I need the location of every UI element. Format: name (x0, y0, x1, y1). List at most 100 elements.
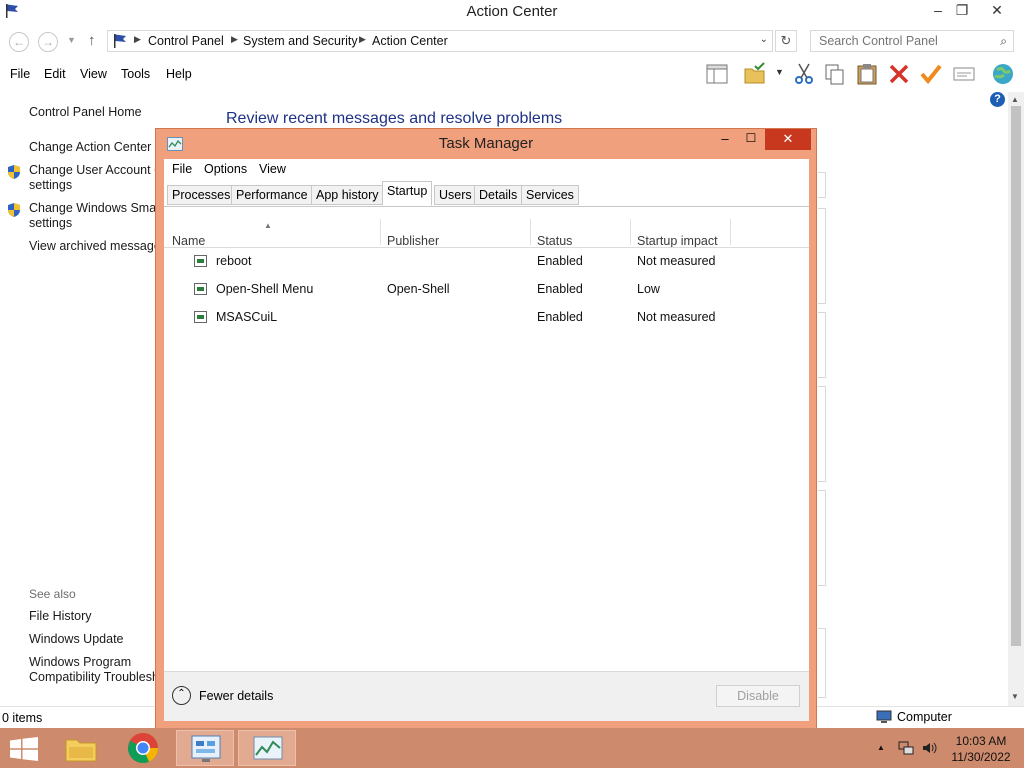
tab-users[interactable]: Users (434, 185, 477, 205)
app-icon (194, 311, 207, 323)
scroll-up-icon[interactable]: ▲ (1011, 95, 1019, 104)
globe-icon[interactable] (991, 62, 1015, 86)
breadcrumb-action-center[interactable]: Action Center (372, 34, 448, 48)
tab-processes[interactable]: Processes (167, 185, 236, 205)
menu-tools[interactable]: Tools (121, 67, 150, 81)
tab-services[interactable]: Services (521, 185, 579, 205)
tm-menu-file[interactable]: File (172, 162, 192, 176)
cell-status: Enabled (537, 254, 583, 268)
tm-minimize-button[interactable]: – (712, 131, 738, 151)
search-box[interactable]: ⌕ (810, 30, 1014, 52)
cell-status: Enabled (537, 282, 583, 296)
folder-check-icon[interactable] (743, 62, 767, 86)
tm-menu-options[interactable]: Options (204, 162, 247, 176)
tm-maximize-button[interactable]: ☐ (738, 131, 764, 151)
clock-date: 11/30/2022 (951, 750, 1011, 764)
column-separator[interactable] (530, 219, 531, 245)
menu-edit[interactable]: Edit (44, 67, 66, 81)
vertical-scrollbar[interactable]: ▲ ▼ (1008, 92, 1024, 706)
sidebar-file-history[interactable]: File History (29, 609, 92, 623)
copy-icon[interactable] (823, 62, 847, 86)
tab-app-history[interactable]: App history (311, 185, 384, 205)
scroll-down-icon[interactable]: ▼ (1011, 692, 1019, 701)
back-button[interactable]: ← (9, 32, 29, 52)
network-icon[interactable] (898, 740, 914, 756)
section-border (818, 490, 826, 586)
taskbar: ▲ 10:03 AM 11/30/2022 (0, 728, 1024, 768)
table-row[interactable]: MSASCuiL Enabled Not measured (164, 304, 809, 332)
system-clock[interactable]: 10:03 AM 11/30/2022 (946, 733, 1016, 765)
cell-impact: Not measured (637, 254, 716, 268)
checkmark-icon[interactable] (919, 62, 943, 86)
column-header-startup-impact[interactable]: Startup impact (637, 234, 718, 248)
cut-icon[interactable] (792, 62, 816, 86)
folder-dropdown-icon[interactable]: ▼ (775, 67, 784, 77)
table-row[interactable]: reboot Enabled Not measured (164, 248, 809, 276)
cell-publisher: Open-Shell (387, 282, 450, 296)
section-border (818, 386, 826, 482)
forward-button[interactable]: → (38, 32, 58, 52)
chrome-icon (128, 733, 158, 764)
fewer-details-link[interactable]: Fewer details (199, 689, 273, 703)
uac-shield-icon (8, 165, 20, 179)
chevron-up-icon[interactable]: ⌃ (172, 686, 191, 705)
column-separator[interactable] (730, 219, 731, 245)
task-manager-content: File Options View Processes Performance … (164, 159, 809, 721)
breadcrumb-separator-icon[interactable]: ▶ (231, 34, 238, 45)
section-border (818, 172, 826, 198)
column-header-publisher[interactable]: Publisher (387, 234, 439, 248)
preview-pane-icon[interactable] (705, 62, 729, 86)
delete-icon[interactable] (887, 62, 911, 86)
cell-impact: Not measured (637, 310, 716, 324)
scrollbar-thumb[interactable] (1011, 106, 1021, 646)
address-dropdown-icon[interactable]: ⌄ (760, 34, 768, 45)
properties-icon[interactable] (952, 62, 976, 86)
disable-button[interactable]: Disable (716, 685, 800, 707)
search-input[interactable] (811, 31, 981, 51)
tab-performance[interactable]: Performance (231, 185, 313, 205)
menu-help[interactable]: Help (166, 67, 192, 81)
app-icon (194, 283, 207, 295)
search-icon[interactable]: ⌕ (1000, 34, 1007, 49)
app-icon (194, 255, 207, 267)
column-header-status[interactable]: Status (537, 234, 572, 248)
explorer-title: Action Center (466, 3, 558, 20)
menu-view[interactable]: View (80, 67, 107, 81)
column-separator[interactable] (380, 219, 381, 245)
recent-pages-dropdown-icon[interactable]: ▼ (67, 35, 76, 45)
computer-icon (876, 710, 892, 723)
sidebar-windows-update[interactable]: Windows Update (29, 632, 124, 646)
taskbar-chrome[interactable] (114, 730, 172, 766)
address-bar[interactable]: ▶ Control Panel ▶ System and Security ▶ … (107, 30, 773, 52)
maximize-button[interactable]: ❐ (948, 0, 976, 22)
volume-icon[interactable] (921, 740, 937, 756)
taskbar-file-explorer[interactable] (52, 730, 110, 766)
breadcrumb-system-security[interactable]: System and Security (243, 34, 358, 48)
tray-expand-icon[interactable]: ▲ (877, 743, 885, 752)
column-header-name[interactable]: Name (172, 234, 205, 248)
taskbar-task-manager[interactable] (238, 730, 296, 766)
close-button[interactable]: ✕ (974, 0, 1020, 22)
breadcrumb-separator-icon[interactable]: ▶ (359, 34, 366, 45)
see-also-heading: See also (29, 587, 76, 601)
sidebar-control-panel-home[interactable]: Control Panel Home (29, 105, 142, 119)
table-row[interactable]: Open-Shell Menu Open-Shell Enabled Low (164, 276, 809, 304)
page-title: Review recent messages and resolve probl… (226, 110, 563, 127)
windows-start-icon[interactable] (9, 737, 39, 761)
tab-startup[interactable]: Startup (382, 181, 433, 206)
menu-file[interactable]: File (10, 67, 30, 81)
tm-close-button[interactable]: ✕ (765, 129, 811, 150)
folder-icon (65, 739, 97, 762)
taskbar-control-panel[interactable] (176, 730, 234, 766)
section-border (818, 312, 826, 378)
paste-icon[interactable] (855, 62, 879, 86)
sort-ascending-icon: ▲ (264, 221, 272, 230)
tm-menu-view[interactable]: View (259, 162, 286, 176)
tab-details[interactable]: Details (474, 185, 523, 205)
help-icon[interactable]: ? (990, 92, 1005, 107)
up-arrow-icon[interactable]: ↑ (88, 32, 96, 49)
column-separator[interactable] (630, 219, 631, 245)
breadcrumb-control-panel[interactable]: Control Panel (148, 34, 224, 48)
refresh-button[interactable]: ↻ (775, 30, 797, 52)
sidebar-view-archived-messages[interactable]: View archived messages (29, 239, 167, 253)
